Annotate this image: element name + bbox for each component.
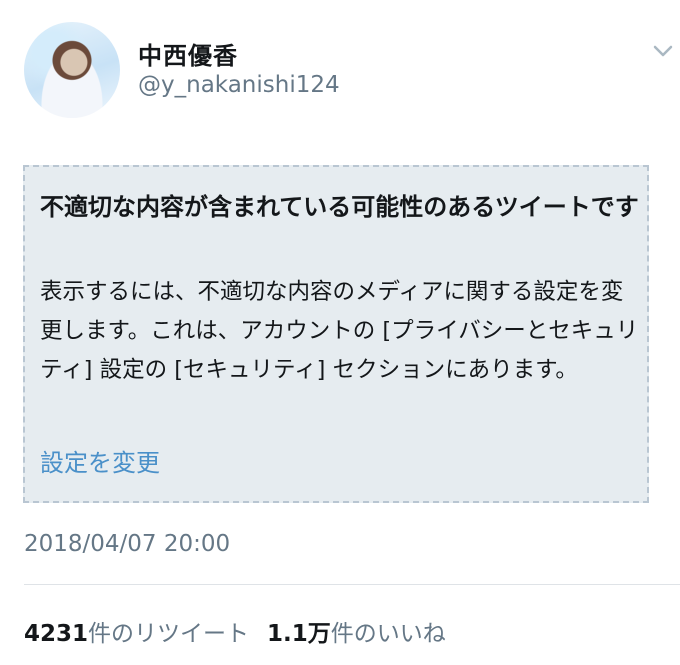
sensitive-notice-body: 表示するには、不適切な内容のメディアに関する設定を変更します。これは、アカウント… [40,279,639,383]
retweets-stat[interactable]: 4231件のリツイート [24,621,249,647]
user-handle[interactable]: @y_nakanishi124 [138,72,340,98]
sensitive-media-notice: 不適切な内容が含まれている可能性のあるツイートです 表示するには、不適切な内容の… [23,165,649,503]
likes-stat[interactable]: 1.1万件のいいね [267,621,446,647]
divider [24,584,680,585]
tweet-stats: 4231件のリツイート 1.1万件のいいね [24,614,446,648]
chevron-down-icon[interactable] [652,40,674,62]
like-count: 1.1万 [267,621,331,647]
sensitive-notice-title: 不適切な内容が含まれている可能性のあるツイートです [40,193,639,221]
retweet-count: 4231 [24,621,89,647]
tweet-timestamp: 2018/04/07 20:00 [24,531,231,557]
like-label: 件のいいね [330,621,446,647]
change-settings-link[interactable]: 設定を変更 [40,443,160,478]
avatar[interactable] [24,22,120,118]
display-name[interactable]: 中西優香 [138,36,238,71]
retweet-label: 件のリツイート [88,621,250,647]
